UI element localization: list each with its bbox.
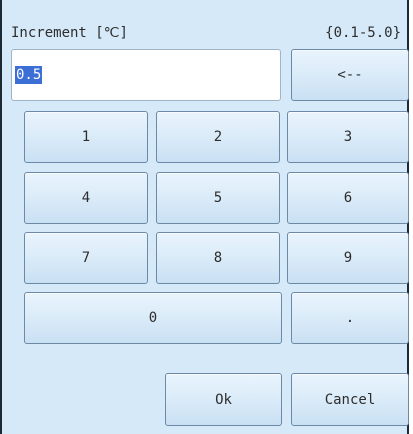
key-1-button[interactable]: 1	[24, 111, 148, 163]
key-0-button[interactable]: 0	[24, 292, 282, 344]
key-9-button[interactable]: 9	[287, 232, 409, 284]
key-3-button[interactable]: 3	[287, 111, 409, 163]
key-8-button[interactable]: 8	[156, 232, 280, 284]
decimal-point-button[interactable]: .	[291, 292, 409, 344]
value-text-selected: 0.5	[15, 66, 43, 84]
field-label: Increment [℃]	[11, 25, 128, 41]
key-6-button[interactable]: 6	[287, 172, 409, 224]
key-7-button[interactable]: 7	[24, 232, 148, 284]
cancel-button[interactable]: Cancel	[291, 373, 409, 426]
key-4-button[interactable]: 4	[24, 172, 148, 224]
numeric-keypad-dialog: Increment [℃] {0.1-5.0} 0.5 <-- 1 2 3 4 …	[0, 0, 409, 434]
key-2-button[interactable]: 2	[156, 111, 280, 163]
value-input[interactable]: 0.5	[11, 49, 281, 101]
ok-button[interactable]: Ok	[165, 373, 282, 426]
range-hint: {0.1-5.0}	[325, 25, 401, 41]
key-5-button[interactable]: 5	[156, 172, 280, 224]
backspace-button[interactable]: <--	[291, 49, 409, 101]
